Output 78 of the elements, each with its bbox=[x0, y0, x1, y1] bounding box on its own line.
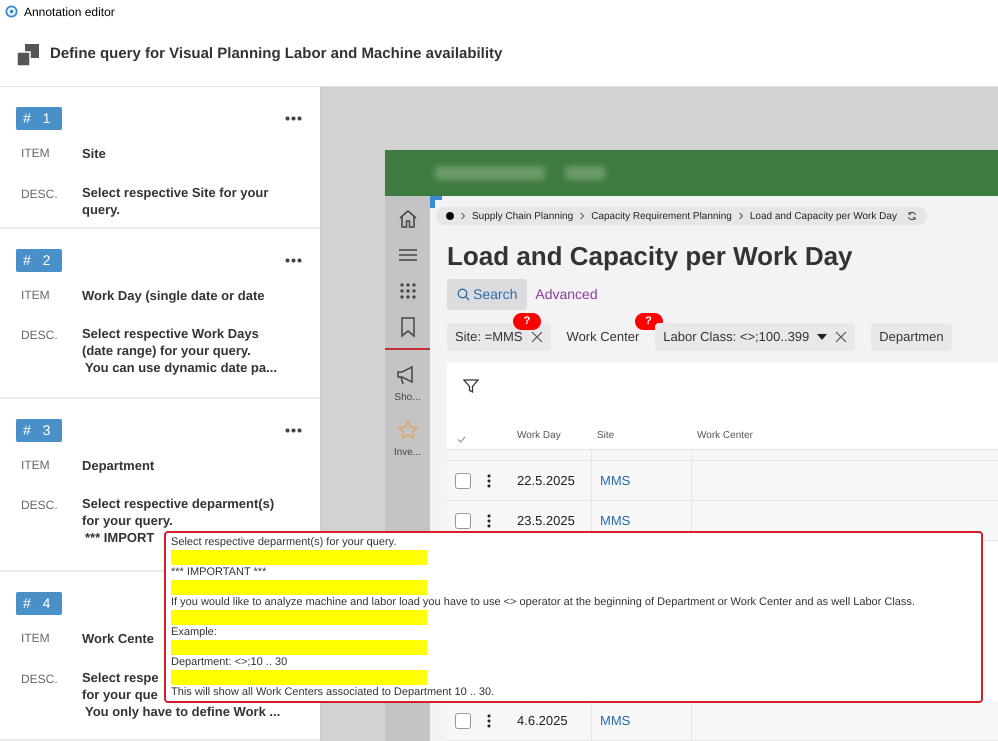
field-label: ITEM bbox=[20, 145, 51, 162]
nav-label[interactable]: Sho... bbox=[394, 390, 421, 405]
chevron-icon bbox=[460, 212, 466, 220]
tooltip-line: This will show all Work Centers associated to Department 10 .. 30. bbox=[171, 685, 496, 700]
close-icon[interactable] bbox=[530, 331, 543, 343]
field-label: ITEM bbox=[20, 456, 51, 474]
column-header[interactable]: Work Day bbox=[517, 428, 591, 443]
row-checkbox[interactable] bbox=[455, 512, 471, 528]
description-line: Select respe bbox=[82, 668, 159, 686]
description-line: for your query. bbox=[82, 512, 173, 530]
tooltip-line: Department: <>;10 .. 30 bbox=[171, 655, 288, 670]
description-line: Select respective deparment(s) bbox=[82, 495, 274, 512]
field-label: DESC. bbox=[20, 186, 59, 202]
description-line: Select respective Site for your bbox=[82, 184, 268, 200]
description-line: You can use dynamic date pa... bbox=[85, 359, 277, 376]
search-tab[interactable]: Advanced bbox=[533, 279, 600, 310]
item-text: Work Cente bbox=[82, 630, 154, 648]
page-title: Load and Capacity per Work Day bbox=[446, 240, 854, 272]
close-icon[interactable] bbox=[835, 331, 848, 343]
select-all-icon[interactable] bbox=[457, 436, 466, 443]
filter-chip[interactable]: Site: =MMS bbox=[447, 323, 551, 351]
tooltip-line: Select respective deparment(s) for your query. bbox=[171, 535, 398, 550]
annotation-number: # 2 bbox=[16, 248, 62, 272]
filter-icon[interactable] bbox=[463, 378, 479, 394]
more-icon[interactable] bbox=[487, 514, 491, 528]
description-line: for your que bbox=[82, 686, 158, 703]
breadcrumb-link[interactable]: Load and Capacity per Work Day bbox=[750, 208, 897, 224]
corner-marker-icon bbox=[430, 196, 442, 208]
filter-chip[interactable]: Departmen bbox=[871, 323, 952, 351]
chevron-icon bbox=[579, 212, 586, 220]
tooltip-line: Example: bbox=[171, 625, 218, 640]
home-icon[interactable] bbox=[396, 208, 418, 230]
annotation-number: # 1 bbox=[16, 107, 62, 130]
more-icon[interactable] bbox=[487, 474, 491, 488]
more-icon[interactable] bbox=[285, 258, 302, 263]
table-cell-text: 4.6.2025 bbox=[517, 712, 569, 730]
window-title: Annotation editor bbox=[24, 4, 115, 20]
star-icon[interactable] bbox=[396, 419, 418, 441]
description-line: (date range) for your query. bbox=[82, 342, 251, 360]
item-text: Work Day (single date or date bbox=[82, 286, 265, 305]
search-icon bbox=[457, 288, 470, 301]
chevron-icon bbox=[738, 212, 744, 220]
breadcrumb-link[interactable]: Supply Chain Planning bbox=[472, 208, 574, 224]
more-icon[interactable] bbox=[285, 116, 302, 121]
field-label: DESC. bbox=[20, 327, 59, 344]
editor-heading: Define query for Visual Planning Labor and Machine availability bbox=[50, 44, 502, 64]
description-line: *** IMPORT bbox=[85, 529, 154, 546]
breadcrumb-link[interactable]: Capacity Requirement Planning bbox=[591, 208, 732, 224]
description-line: query. bbox=[82, 200, 120, 218]
description-line: Select respective Work Days bbox=[82, 325, 259, 342]
column-header[interactable]: Site bbox=[591, 428, 691, 443]
nav-label[interactable]: Inve... bbox=[394, 445, 422, 460]
caret-icon[interactable] bbox=[817, 334, 828, 340]
annotation-number: # 4 bbox=[16, 592, 62, 616]
search-tab[interactable]: Search bbox=[447, 279, 528, 310]
description-line: You only have to define Work ... bbox=[85, 702, 280, 720]
row-checkbox[interactable] bbox=[455, 712, 471, 728]
column-header[interactable]: Work Center bbox=[691, 428, 998, 443]
refresh-icon[interactable] bbox=[906, 211, 917, 221]
app-logo-icon bbox=[5, 5, 18, 18]
item-text: Site bbox=[82, 145, 106, 163]
item-text: Department bbox=[82, 456, 154, 475]
field-label: DESC. bbox=[20, 670, 59, 688]
filter-chip[interactable]: Labor Class: <>;100..399 bbox=[655, 323, 856, 351]
table-cell-text: 22.5.2025 bbox=[517, 472, 576, 490]
table-cell-text: 23.5.2025 bbox=[517, 512, 576, 530]
tooltip-line: *** IMPORTANT *** bbox=[171, 565, 268, 580]
field-label: ITEM bbox=[20, 286, 51, 304]
field-label: DESC. bbox=[20, 497, 59, 514]
tooltip-line: If you would like to analyze machine and labor load you have to use <> operator at the beginning of Department or Work Center and as well Labor Class. bbox=[171, 595, 916, 610]
more-icon[interactable] bbox=[285, 428, 302, 433]
row-checkbox[interactable] bbox=[455, 472, 471, 488]
more-icon[interactable] bbox=[487, 714, 491, 728]
error-badge: ? bbox=[513, 313, 541, 330]
stacked-squares-icon bbox=[17, 44, 39, 66]
annotation-number: # 3 bbox=[16, 418, 62, 442]
field-label: ITEM bbox=[20, 630, 51, 648]
error-badge: ? bbox=[634, 313, 663, 330]
